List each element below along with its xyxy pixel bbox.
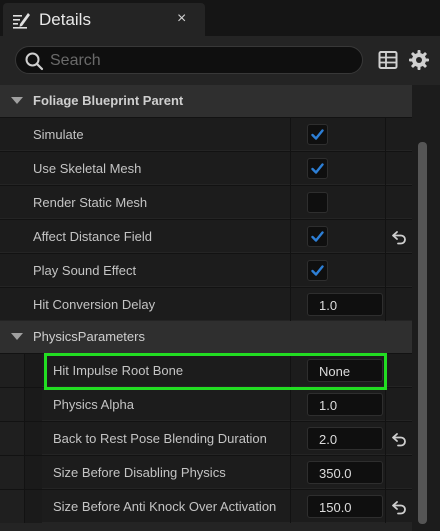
tab-title: Details [39,10,91,29]
reset-to-default-icon[interactable] [391,229,407,245]
search-box[interactable] [15,46,363,74]
property-label: Back to Rest Pose Blending Duration [53,431,267,446]
number-field[interactable]: 2.0 [307,427,383,450]
column-divider [385,254,386,287]
row-indent-guide [24,354,42,387]
row-indent [0,388,24,421]
property-label: Affect Distance Field [33,229,152,244]
column-divider[interactable] [290,254,291,287]
property-label: Hit Conversion Delay [33,297,156,312]
column-divider [385,152,386,185]
details-tab[interactable]: Details × [3,3,205,36]
checkmark-icon [311,265,324,276]
row-indent [0,490,24,523]
row-indent-guide [24,422,42,455]
property-label: Physics Alpha [53,397,134,412]
property-label: Size Before Anti Knock Over Activation [53,499,277,514]
row-indent-guide [24,490,42,523]
column-divider [385,456,386,489]
property-label: Size Before Disabling Physics [53,465,226,480]
property-row: Use Skeletal Mesh [0,151,412,185]
column-divider [385,422,386,455]
tab-bar: Details × [0,0,440,36]
row-indent [0,422,24,455]
details-panel: Foliage Blueprint Parent Simulate Use Skel… [0,36,440,531]
property-label: Use Skeletal Mesh [33,161,142,176]
column-divider[interactable] [290,354,291,387]
property-row: Simulate [0,117,412,151]
property-row: Size Before Anti Knock Over Activation 15… [0,489,412,523]
column-divider [385,220,386,253]
column-divider[interactable] [290,220,291,253]
search-input[interactable] [50,50,350,72]
number-field[interactable]: 350.0 [307,461,383,484]
number-field[interactable]: 1.0 [307,293,383,316]
gear-icon[interactable] [408,49,430,71]
bone-select[interactable]: None [307,359,383,382]
property-checkbox[interactable] [307,260,328,281]
checkmark-icon [311,129,324,140]
reset-to-default-icon[interactable] [391,431,407,447]
row-indent-guide [24,388,42,421]
column-divider [385,118,386,151]
property-row: Affect Distance Field [0,219,412,253]
property-row: Hit Impulse Root Bone None [0,353,412,387]
property-checkbox[interactable] [307,192,328,213]
scrollbar-thumb[interactable] [418,142,427,524]
chevron-down-icon[interactable] [11,333,23,340]
category-title: PhysicsParameters [33,329,145,344]
column-divider [385,186,386,219]
column-divider [385,388,386,421]
column-divider[interactable] [290,186,291,219]
column-divider [385,288,386,321]
reset-to-default-icon[interactable] [391,499,407,515]
column-divider[interactable] [290,288,291,321]
property-row: Back to Rest Pose Blending Duration 2.0 [0,421,412,455]
column-divider[interactable] [290,388,291,421]
number-field[interactable]: 1.0 [307,393,383,416]
details-pencil-icon [13,13,30,29]
property-label: Simulate [33,127,84,142]
checkmark-icon [311,163,324,174]
column-divider[interactable] [290,118,291,151]
search-icon [25,52,44,71]
property-row: Physics Alpha 1.0 [0,387,412,421]
column-divider[interactable] [290,152,291,185]
column-divider [385,354,386,387]
category-title: Foliage Blueprint Parent [33,93,184,108]
row-indent [0,354,24,387]
column-divider[interactable] [290,490,291,523]
property-label: Play Sound Effect [33,263,137,278]
category-header[interactable]: PhysicsParameters [0,321,412,353]
number-field[interactable]: 150.0 [307,495,383,518]
property-row: Size Before Disabling Physics 350.0 [0,455,412,489]
column-divider[interactable] [290,456,291,489]
row-indent-guide [24,456,42,489]
category-header[interactable]: Foliage Blueprint Parent [0,85,412,117]
property-checkbox[interactable] [307,158,328,179]
property-row: Hit Conversion Delay 1.0 [0,287,412,321]
close-icon[interactable]: × [177,11,186,27]
property-row: Render Static Mesh [0,185,412,219]
property-checkbox[interactable] [307,226,328,247]
column-divider [385,490,386,523]
property-row: Play Sound Effect [0,253,412,287]
property-checkbox[interactable] [307,124,328,145]
property-label: Hit Impulse Root Bone [53,363,184,378]
column-divider[interactable] [290,422,291,455]
checkmark-icon [311,231,324,242]
table-view-icon[interactable] [378,50,398,70]
property-label: Render Static Mesh [33,195,148,210]
row-indent [0,456,24,489]
chevron-down-icon[interactable] [11,97,23,104]
